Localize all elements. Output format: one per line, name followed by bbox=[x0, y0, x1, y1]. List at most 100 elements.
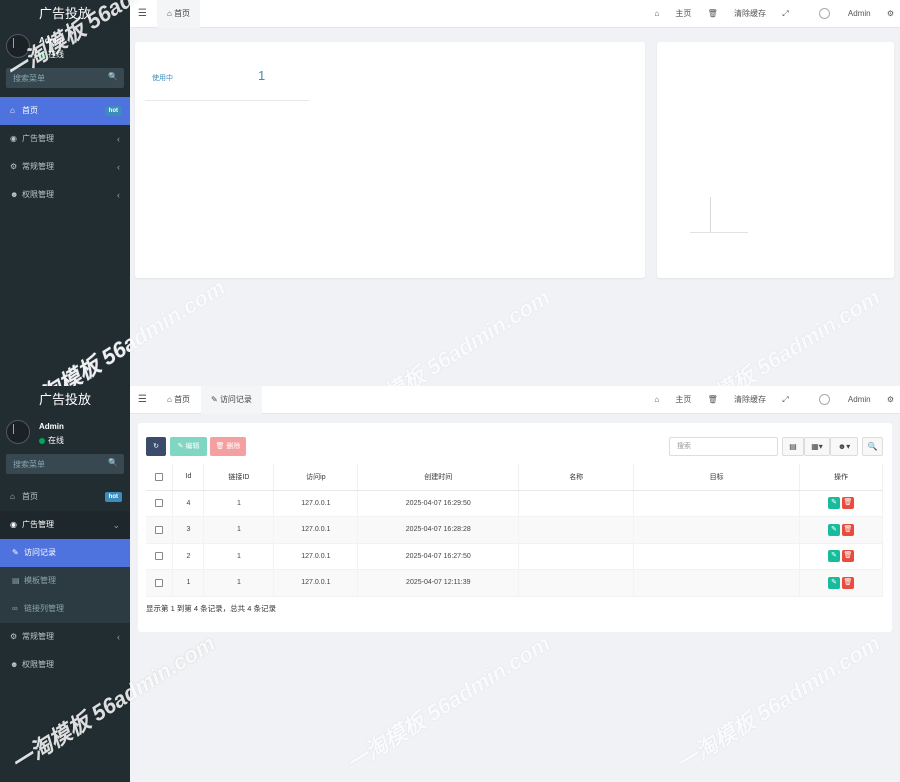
table-row[interactable]: 3 1 127.0.0.1 2025-04-07 16:28:28 ✎ 🗑 bbox=[146, 516, 883, 544]
row-checkbox[interactable] bbox=[155, 552, 164, 561]
sidebar-item-ads[interactable]: ◉ 广告管理 ⌄ bbox=[0, 511, 130, 539]
cell-actions: ✎ 🗑 bbox=[799, 543, 883, 570]
column-header[interactable]: 目标 bbox=[633, 464, 800, 491]
column-header[interactable]: Id bbox=[172, 464, 205, 491]
cell-link-id: 1 bbox=[203, 516, 275, 544]
menu-toggle-icon[interactable]: ☰ bbox=[138, 394, 147, 405]
link-icon: ∞ bbox=[12, 604, 18, 613]
sidebar-item-home[interactable]: ⌂ 首页 hot bbox=[0, 97, 130, 125]
clear-cache-button[interactable]: 🗑 清除缓存 bbox=[708, 9, 766, 18]
table-row[interactable]: 2 1 127.0.0.1 2025-04-07 16:27:50 ✎ 🗑 bbox=[146, 543, 883, 570]
cell-id: 3 bbox=[172, 516, 205, 544]
row-delete-icon[interactable]: 🗑 bbox=[842, 576, 854, 589]
sidebar-item-general[interactable]: ⚙ 常规管理 ‹ bbox=[0, 623, 130, 651]
online-dot-icon bbox=[39, 437, 45, 444]
sidebar-item-auth[interactable]: ☻ 权限管理 ‹ bbox=[0, 181, 130, 209]
cell-id: 1 bbox=[172, 569, 205, 597]
watermark: 一淘模板 56admin.com bbox=[342, 630, 555, 777]
row-checkbox[interactable] bbox=[155, 525, 164, 534]
advanced-search-button[interactable]: 🔍 bbox=[862, 437, 883, 456]
settings-icon[interactable]: ⚙ bbox=[887, 9, 894, 18]
row-delete-icon[interactable]: 🗑 bbox=[842, 550, 854, 563]
search-icon[interactable]: 🔍 bbox=[108, 72, 118, 81]
chart-axis bbox=[690, 232, 748, 233]
sidebar-item-templates[interactable]: ▤ 模板管理 bbox=[0, 567, 130, 595]
hot-badge: hot bbox=[104, 492, 122, 502]
edit-button[interactable]: ✎ 编辑 bbox=[170, 437, 207, 456]
cell-created: 2025-04-07 16:27:50 bbox=[357, 543, 520, 570]
menu-toggle-icon[interactable]: ☰ bbox=[138, 8, 147, 19]
search-icon[interactable]: 🔍 bbox=[108, 458, 118, 467]
row-delete-icon[interactable]: 🗑 bbox=[842, 523, 854, 536]
pencil-icon: ✎ bbox=[12, 548, 19, 557]
sidebar-item-general[interactable]: ⚙ 常规管理 ‹ bbox=[0, 153, 130, 181]
delete-button[interactable]: 🗑 删除 bbox=[210, 437, 246, 456]
chevron-left-icon: ‹ bbox=[117, 632, 120, 642]
fullscreen-icon[interactable]: ⤢ bbox=[782, 9, 788, 18]
export-button[interactable]: ☻▾ bbox=[830, 437, 858, 456]
fullscreen-icon[interactable]: ⤢ bbox=[782, 395, 788, 404]
cell-ip: 127.0.0.1 bbox=[273, 490, 359, 517]
clear-cache-button[interactable]: 🗑 清除缓存 bbox=[708, 395, 766, 404]
select-all-checkbox[interactable] bbox=[155, 472, 164, 481]
cell-name bbox=[518, 490, 635, 517]
row-checkbox[interactable] bbox=[155, 578, 164, 587]
user-panel: Admin 在线 bbox=[0, 414, 130, 454]
sidebar-item-ads[interactable]: ◉ 广告管理 ‹ bbox=[0, 125, 130, 153]
column-header[interactable]: 链接ID bbox=[203, 464, 275, 491]
user-menu[interactable]: Admin bbox=[805, 8, 871, 20]
row-edit-icon[interactable]: ✎ bbox=[828, 576, 840, 589]
cell-actions: ✎ 🗑 bbox=[799, 569, 883, 597]
tab-home[interactable]: ⌂ 首页 bbox=[157, 0, 201, 28]
search-icon: 🔍 bbox=[867, 442, 878, 451]
tab-home[interactable]: ⌂ 首页 bbox=[157, 386, 200, 414]
column-header[interactable]: 名称 bbox=[518, 464, 635, 491]
user-status: 在线 bbox=[39, 435, 64, 446]
row-checkbox[interactable] bbox=[155, 499, 164, 508]
table-row[interactable]: 4 1 127.0.0.1 2025-04-07 16:29:50 ✎ 🗑 bbox=[146, 490, 883, 517]
cell-target bbox=[633, 569, 800, 597]
toggle-view-button[interactable]: ▤ bbox=[782, 437, 804, 456]
sidebar: 广告投放 Admin 在线 🔍 ⌂首页 hot ◉广告管理 ⌄ ✎访问记录 bbox=[0, 386, 130, 782]
users-icon: ☻ bbox=[10, 190, 19, 199]
tab-visit-records[interactable]: ✎ 访问记录 bbox=[201, 386, 262, 414]
sidebar-item-auth[interactable]: ☻ 权限管理 bbox=[0, 651, 130, 679]
user-name: Admin bbox=[39, 36, 64, 45]
cell-link-id: 1 bbox=[203, 543, 275, 570]
home-link[interactable]: ⌂ 主页 bbox=[654, 395, 691, 404]
cell-actions: ✎ 🗑 bbox=[799, 490, 883, 517]
refresh-button[interactable]: ↻ bbox=[146, 437, 166, 456]
row-delete-icon[interactable]: 🗑 bbox=[842, 497, 854, 510]
chart-axis bbox=[710, 197, 711, 233]
stat-card: 使用中 1 bbox=[135, 42, 645, 278]
settings-icon[interactable]: ⚙ bbox=[887, 395, 894, 404]
cell-target bbox=[633, 543, 800, 570]
menu-search-input[interactable] bbox=[6, 68, 124, 88]
user-name: Admin bbox=[39, 422, 64, 431]
gears-icon: ⚙ bbox=[10, 162, 18, 171]
columns-button[interactable]: ▦▾ bbox=[804, 437, 830, 456]
grid-icon: ▦▾ bbox=[811, 442, 823, 451]
column-header[interactable]: 访问ip bbox=[273, 464, 359, 491]
row-edit-icon[interactable]: ✎ bbox=[828, 523, 840, 536]
brand-title[interactable]: 广告投放 bbox=[0, 386, 130, 414]
menu-search-input[interactable] bbox=[6, 454, 124, 474]
table-search-input[interactable] bbox=[669, 437, 778, 456]
home-icon: ⌂ bbox=[10, 106, 15, 115]
row-edit-icon[interactable]: ✎ bbox=[828, 497, 840, 510]
home-link[interactable]: ⌂ 主页 bbox=[654, 9, 691, 18]
sidebar-item-home[interactable]: ⌂ 首页 hot bbox=[0, 483, 130, 511]
ad-icon: ◉ bbox=[10, 520, 17, 529]
pagination-info: 显示第 1 到第 4 条记录，总共 4 条记录 bbox=[146, 604, 277, 613]
sidebar-item-visit-records[interactable]: ✎ 访问记录 bbox=[0, 539, 130, 567]
top-navbar: ☰ ⌂ 首页 ⌂ 主页 🗑 清除缓存 ⤢ Admin ⚙ bbox=[130, 0, 900, 28]
brand-title[interactable]: 广告投放 bbox=[0, 0, 130, 28]
sidebar-item-links[interactable]: ∞ 链接列管理 bbox=[0, 595, 130, 623]
cell-target bbox=[633, 516, 800, 544]
column-header[interactable]: 创建时间 bbox=[357, 464, 520, 491]
user-menu[interactable]: Admin bbox=[805, 394, 871, 406]
row-edit-icon[interactable]: ✎ bbox=[828, 550, 840, 563]
cell-name bbox=[518, 543, 635, 570]
home-icon: ⌂ bbox=[167, 395, 175, 404]
table-row[interactable]: 1 1 127.0.0.1 2025-04-07 12:11:39 ✎ 🗑 bbox=[146, 569, 883, 597]
